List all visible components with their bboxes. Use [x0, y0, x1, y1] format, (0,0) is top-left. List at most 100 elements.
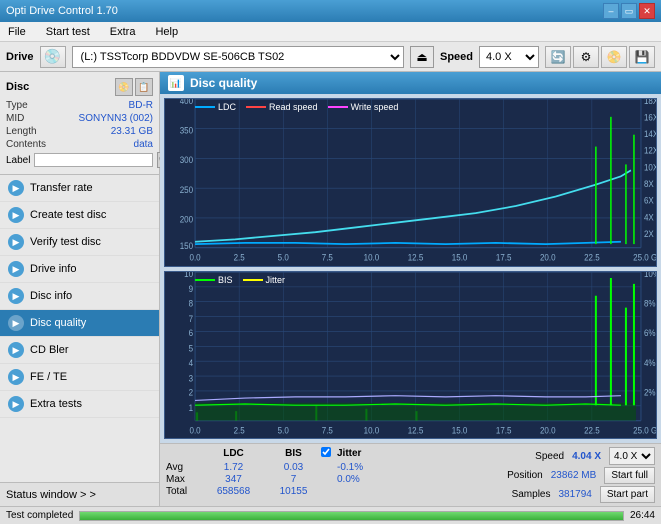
sidebar-item-fe-te[interactable]: ▶ FE / TE: [0, 364, 159, 391]
start-full-button[interactable]: Start full: [604, 467, 655, 484]
maximize-button[interactable]: ▭: [621, 3, 637, 19]
jitter-legend-item: Jitter: [243, 275, 286, 285]
right-stats: Speed 4.04 X 4.0 X Position 23862 MB Sta…: [507, 447, 655, 503]
svg-text:7.5: 7.5: [322, 252, 333, 263]
extra-tests-icon: ▶: [8, 396, 24, 412]
svg-text:5.0: 5.0: [278, 252, 289, 263]
svg-text:200: 200: [180, 214, 193, 225]
disc-info-icon: ▶: [8, 288, 24, 304]
status-time: 26:44: [630, 510, 655, 521]
max-ldc: 347: [201, 474, 266, 485]
disc-label-input[interactable]: [34, 153, 153, 167]
samples-value: 381794: [558, 489, 591, 500]
refresh-icon[interactable]: 🔄: [545, 46, 571, 68]
progress-bar-fill: [80, 512, 623, 520]
settings-icon[interactable]: ⚙: [573, 46, 599, 68]
sidebar-item-transfer-rate[interactable]: ▶ Transfer rate: [0, 175, 159, 202]
disc-length-value: 23.31 GB: [111, 126, 153, 137]
avg-label: Avg: [166, 462, 201, 473]
svg-text:10.0: 10.0: [364, 252, 380, 263]
sidebar-item-disc-quality-label: Disc quality: [30, 317, 86, 329]
disc-quality-header-icon: 📊: [168, 75, 184, 91]
sidebar-item-fe-te-label: FE / TE: [30, 371, 67, 383]
sidebar-item-extra-tests-label: Extra tests: [30, 398, 82, 410]
sidebar-item-create-test-disc[interactable]: ▶ Create test disc: [0, 202, 159, 229]
start-part-button[interactable]: Start part: [600, 486, 655, 503]
speed-stat-value: 4.04 X: [572, 451, 601, 462]
svg-text:150: 150: [180, 240, 193, 251]
drive-info-icon: ▶: [8, 261, 24, 277]
menubar: File Start test Extra Help: [0, 22, 661, 42]
svg-text:15.0: 15.0: [452, 252, 468, 263]
svg-text:15.0: 15.0: [452, 425, 468, 436]
avg-jitter: -0.1%: [337, 462, 363, 473]
disc-title: Disc: [6, 81, 29, 93]
eject-button[interactable]: ⏏: [410, 46, 434, 68]
main-layout: Disc 📀 📋 Type BD-R MID SONYNN3 (002) Len…: [0, 72, 661, 506]
svg-text:25.0: 25.0: [633, 252, 649, 263]
svg-text:7: 7: [189, 313, 194, 324]
disc-type-label: Type: [6, 100, 28, 111]
avg-ldc: 1.72: [201, 462, 266, 473]
minimize-button[interactable]: –: [603, 3, 619, 19]
svg-text:4%: 4%: [644, 357, 656, 368]
save-icon[interactable]: 💾: [629, 46, 655, 68]
svg-text:9: 9: [189, 283, 194, 294]
ldc-legend-label: LDC: [218, 102, 236, 112]
sidebar-item-disc-info[interactable]: ▶ Disc info: [0, 283, 159, 310]
sidebar-item-extra-tests[interactable]: ▶ Extra tests: [0, 391, 159, 418]
svg-text:GB: GB: [651, 425, 656, 436]
svg-text:7.5: 7.5: [322, 425, 333, 436]
menu-extra[interactable]: Extra: [106, 24, 140, 40]
svg-text:8: 8: [189, 297, 194, 308]
charts-container: LDC Read speed Write speed: [160, 94, 661, 443]
svg-text:0.0: 0.0: [189, 252, 200, 263]
sidebar-item-create-test-disc-label: Create test disc: [30, 209, 106, 221]
write-speed-legend-color: [328, 106, 348, 108]
disc-mid-value: SONYNN3 (002): [79, 113, 153, 124]
svg-text:25.0: 25.0: [633, 425, 649, 436]
samples-label: Samples: [512, 489, 551, 500]
svg-text:10.0: 10.0: [364, 425, 380, 436]
total-label: Total: [166, 486, 201, 497]
sidebar-item-disc-quality[interactable]: ▶ Disc quality: [0, 310, 159, 337]
write-speed-legend-item: Write speed: [328, 102, 399, 112]
status-window-label: Status window > >: [6, 489, 96, 501]
total-bis: 10155: [266, 486, 321, 497]
jitter-header: Jitter: [337, 448, 361, 459]
disc-header: Disc 📀 📋: [6, 78, 153, 96]
disc-icon-1[interactable]: 📀: [115, 78, 133, 96]
svg-text:17.5: 17.5: [496, 425, 512, 436]
sidebar-item-drive-info[interactable]: ▶ Drive info: [0, 256, 159, 283]
sidebar-item-cd-bler-label: CD Bler: [30, 344, 69, 356]
drive-select[interactable]: (L:) TSSTcorp BDDVDW SE-506CB TS02: [72, 46, 404, 68]
svg-text:2.5: 2.5: [234, 252, 245, 263]
drivebar: Drive 💿 (L:) TSSTcorp BDDVDW SE-506CB TS…: [0, 42, 661, 72]
status-window-button[interactable]: Status window > >: [0, 482, 159, 506]
svg-text:2: 2: [189, 387, 194, 398]
svg-text:20.0: 20.0: [540, 425, 556, 436]
svg-text:10: 10: [184, 272, 193, 279]
svg-text:6X: 6X: [644, 195, 654, 206]
sidebar-item-cd-bler[interactable]: ▶ CD Bler: [0, 337, 159, 364]
menu-help[interactable]: Help: [151, 24, 182, 40]
speed-dropdown[interactable]: 4.0 X: [609, 447, 655, 465]
disc-write-icon[interactable]: 📀: [601, 46, 627, 68]
disc-length-row: Length 23.31 GB: [6, 126, 153, 137]
disc-contents-label: Contents: [6, 139, 46, 150]
titlebar: Opti Drive Control 1.70 – ▭ ✕: [0, 0, 661, 22]
svg-text:1: 1: [189, 402, 194, 413]
speed-select[interactable]: 4.0 X 2.0 X 6.0 X: [479, 46, 539, 68]
disc-label-row: Label 🔍: [6, 152, 153, 168]
menu-file[interactable]: File: [4, 24, 30, 40]
bis-chart-legend: BIS Jitter: [195, 275, 285, 285]
disc-icon-2[interactable]: 📋: [135, 78, 153, 96]
sidebar-item-verify-test-disc[interactable]: ▶ Verify test disc: [0, 229, 159, 256]
close-button[interactable]: ✕: [639, 3, 655, 19]
disc-label-text: Label: [6, 155, 30, 166]
jitter-checkbox[interactable]: [321, 447, 331, 457]
svg-text:2.5: 2.5: [234, 425, 245, 436]
svg-text:10%: 10%: [644, 272, 656, 279]
menu-start-test[interactable]: Start test: [42, 24, 94, 40]
sidebar: Disc 📀 📋 Type BD-R MID SONYNN3 (002) Len…: [0, 72, 160, 506]
